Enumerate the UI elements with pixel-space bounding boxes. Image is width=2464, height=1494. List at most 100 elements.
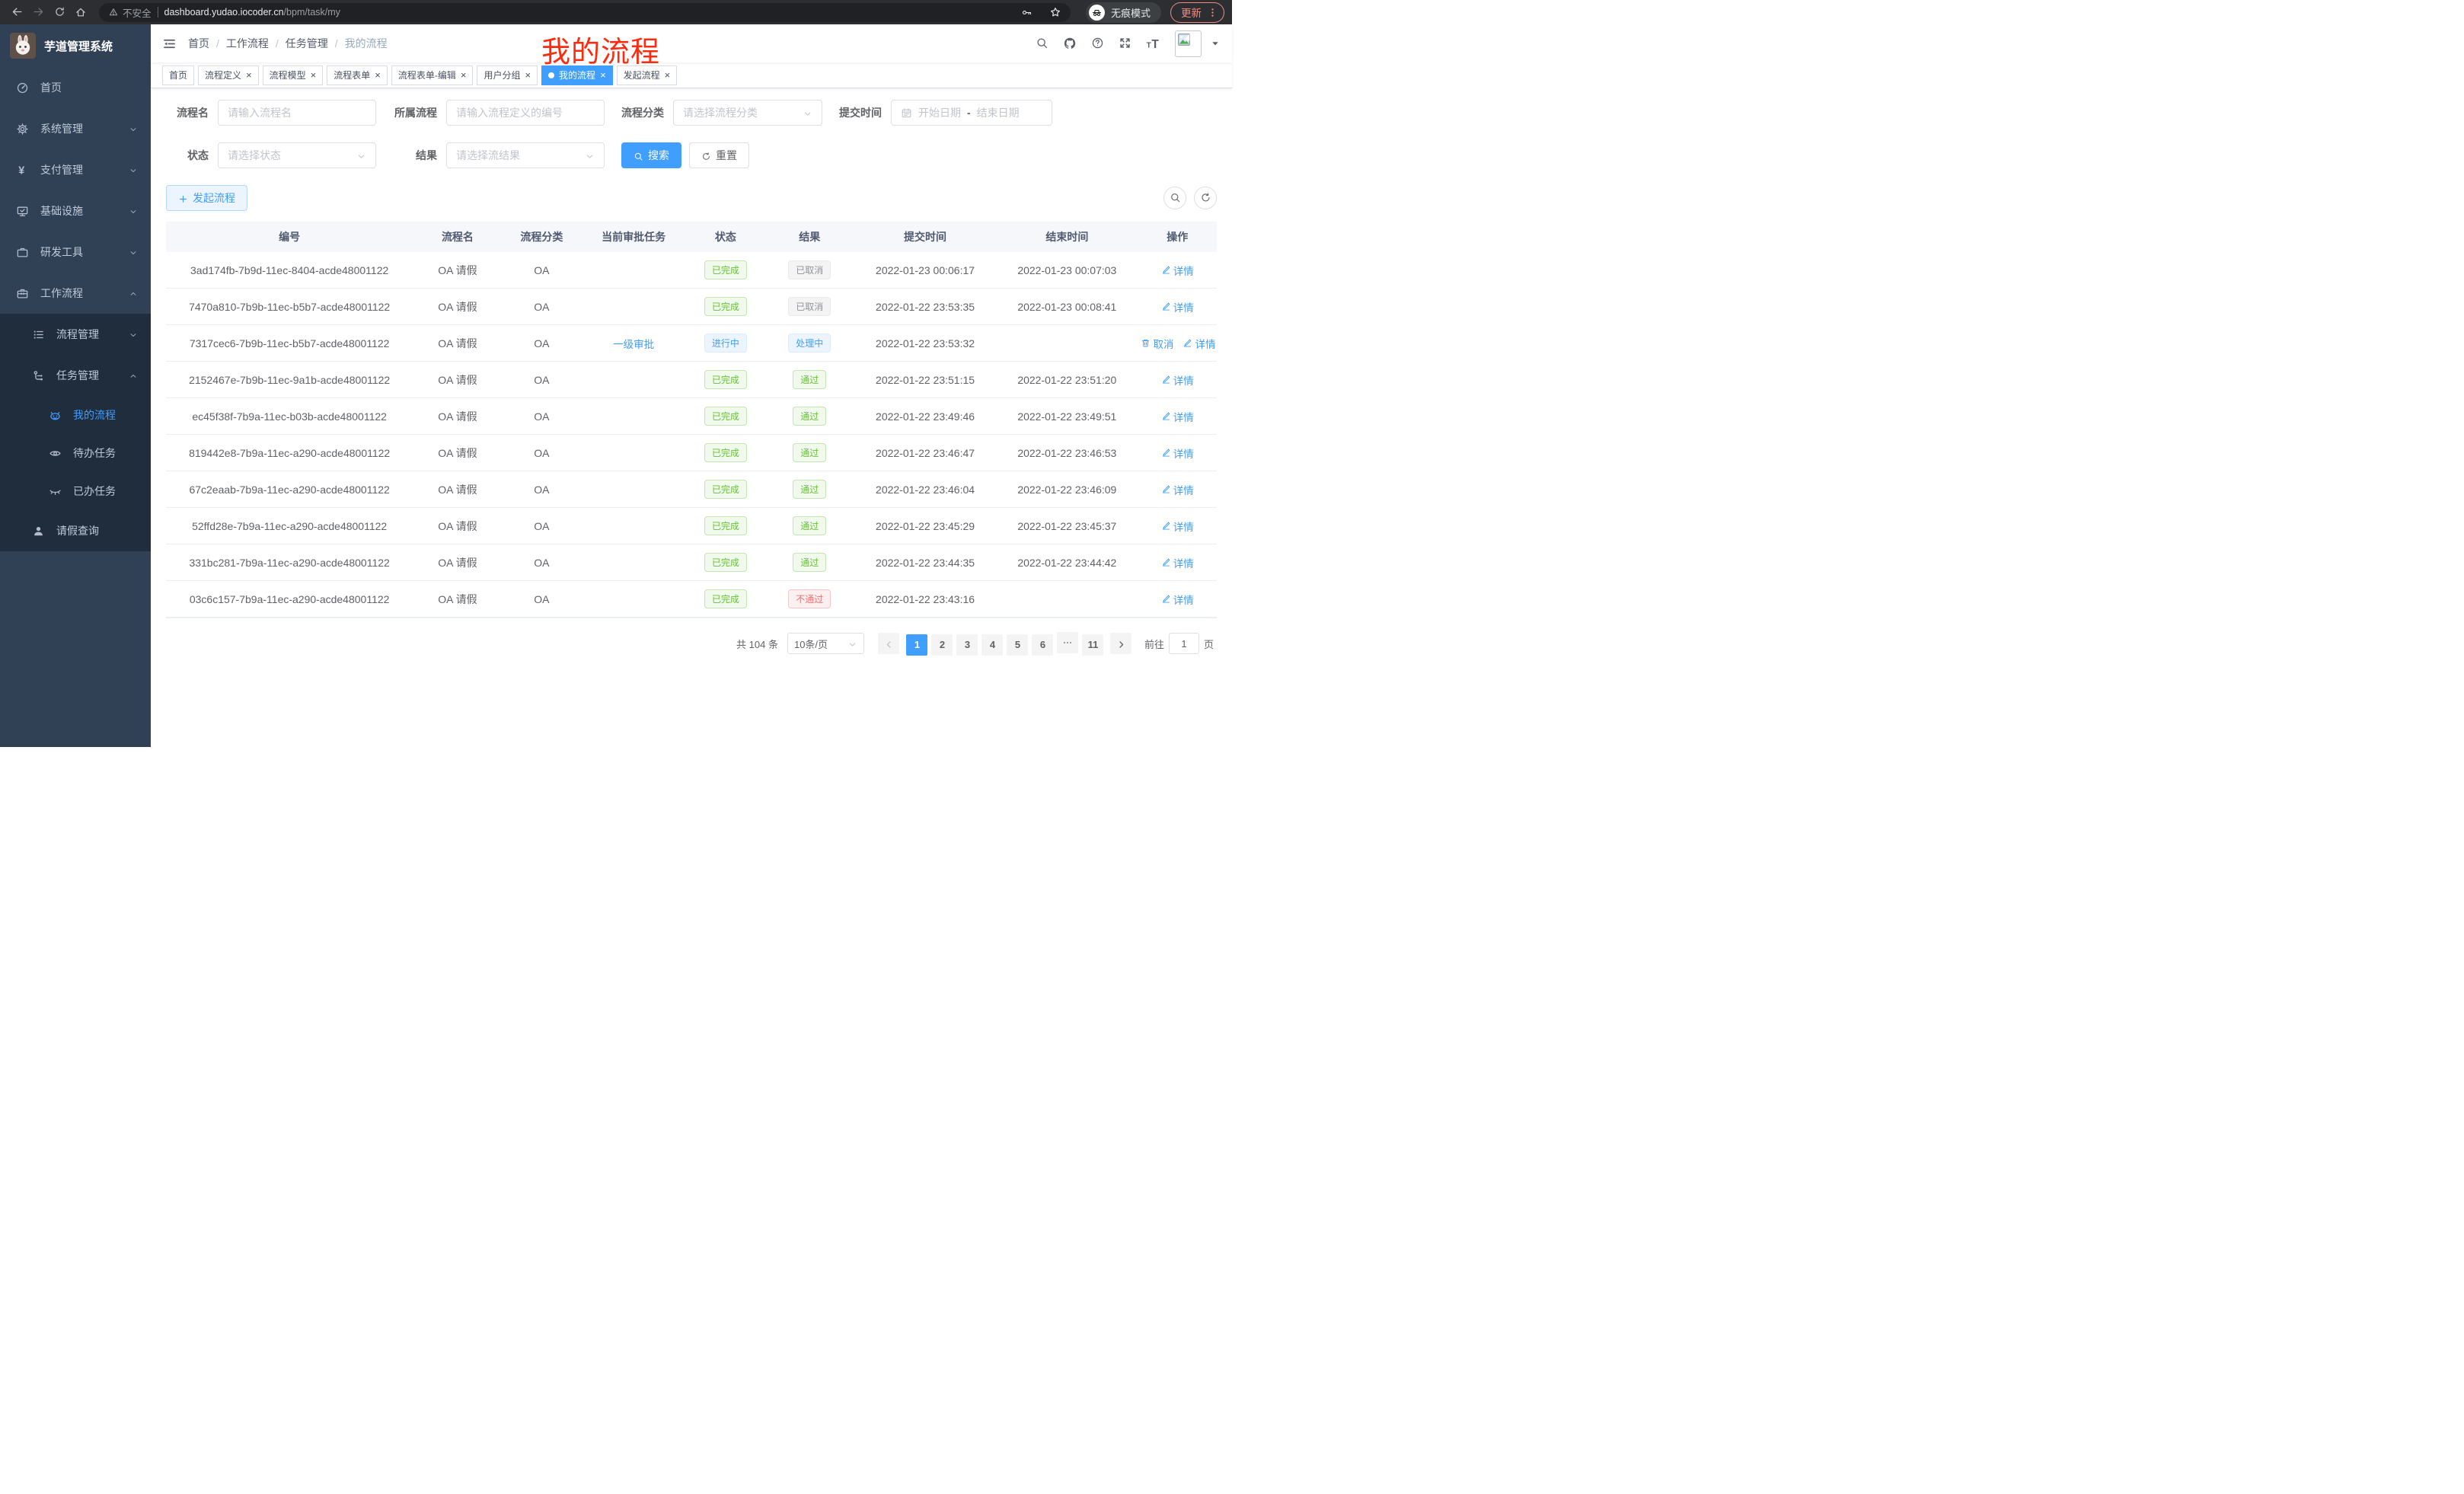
refresh-table-button[interactable] (1194, 187, 1217, 209)
chevron-down-icon (847, 638, 857, 650)
sidebar-item-workflow[interactable]: 工作流程 (0, 273, 151, 314)
detail-action-link[interactable]: 详情 (1161, 263, 1194, 278)
page-number-button[interactable]: 1 (906, 634, 927, 656)
sidebar-item-infra[interactable]: 基础设施 (0, 190, 151, 231)
sidebar-item-done-task[interactable]: 已办任务 (0, 472, 151, 510)
goto-page-input[interactable] (1169, 633, 1199, 654)
user-icon (32, 525, 45, 538)
cancel-action-link[interactable]: 取消 (1141, 336, 1173, 351)
search-button[interactable]: 搜索 (621, 142, 681, 168)
help-icon[interactable] (1091, 37, 1104, 50)
github-icon[interactable] (1063, 37, 1077, 50)
sidebar-item-system[interactable]: 系统管理 (0, 108, 151, 149)
detail-action-link[interactable]: 详情 (1161, 592, 1194, 607)
tab-user-group[interactable]: 用户分组× (477, 65, 538, 85)
detail-action-link[interactable]: 详情 (1161, 445, 1194, 461)
tab-process-def[interactable]: 流程定义× (198, 65, 259, 85)
tab-close-icon[interactable]: × (665, 70, 671, 80)
tab-close-icon[interactable]: × (375, 70, 381, 80)
process-category: OA (503, 410, 582, 423)
result-badge: 处理中 (788, 334, 831, 353)
process-id: 52ffd28e-7b9a-11ec-a290-acde48001122 (166, 520, 413, 532)
detail-action-link[interactable]: 详情 (1161, 519, 1194, 534)
process-definition-label: 所属流程 (376, 105, 446, 120)
show-search-button[interactable] (1163, 187, 1186, 209)
detail-action-link[interactable]: 详情 (1161, 409, 1194, 424)
create-process-button[interactable]: 发起流程 (166, 185, 247, 211)
address-bar[interactable]: 不安全 dashboard.yudao.iocoder.cn/bpm/task/… (99, 3, 1071, 22)
status-select[interactable]: 请选择状态 (218, 142, 376, 168)
tab-close-icon[interactable]: × (246, 70, 252, 80)
browser-update-button[interactable]: 更新 (1170, 2, 1224, 23)
sidebar-item-todo-task[interactable]: 待办任务 (0, 434, 151, 472)
page-number-button[interactable]: 3 (956, 634, 978, 656)
submit-time: 2022-01-22 23:53:35 (854, 301, 996, 313)
search-icon (634, 149, 643, 161)
sidebar-item-task-mgmt[interactable]: 任务管理 (0, 355, 151, 396)
process-name-input[interactable] (218, 100, 376, 126)
end-time: 2022-01-22 23:49:51 (996, 410, 1138, 423)
page-number-button[interactable]: 11 (1082, 634, 1103, 656)
tab-close-icon[interactable]: × (311, 70, 317, 80)
breadcrumb-item[interactable]: 任务管理 (286, 36, 328, 51)
status-badge: 已完成 (704, 553, 747, 572)
page-number-button[interactable]: 6 (1032, 634, 1053, 656)
detail-action-link[interactable]: 详情 (1183, 336, 1215, 351)
tab-close-icon[interactable]: × (525, 70, 531, 80)
tab-close-icon[interactable]: × (461, 70, 467, 80)
help-icon (1091, 37, 1104, 49)
avatar[interactable] (1175, 30, 1202, 57)
sidebar-item-devtools[interactable]: 研发工具 (0, 231, 151, 273)
browser-forward-button[interactable] (29, 3, 47, 21)
app-logo[interactable]: 芋道管理系统 (0, 24, 151, 67)
detail-action-link[interactable]: 详情 (1161, 555, 1194, 570)
bookmark-star-icon[interactable] (1049, 6, 1061, 18)
sidebar-item-leave-query[interactable]: 请假查询 (0, 510, 151, 551)
password-key-icon[interactable] (1021, 6, 1033, 18)
sidebar-toggle-button[interactable] (162, 37, 177, 51)
tab-process-form-edit[interactable]: 流程表单-编辑× (391, 65, 474, 85)
sidebar-item-process-mgmt[interactable]: 流程管理 (0, 314, 151, 355)
fullscreen-icon (1119, 37, 1131, 49)
task-link[interactable]: 一级审批 (613, 336, 654, 351)
detail-action-link[interactable]: 详情 (1161, 482, 1194, 497)
tab-close-icon[interactable]: × (600, 70, 606, 80)
tab-home[interactable]: 首页 (162, 65, 194, 85)
pagination-more-icon[interactable] (1057, 632, 1078, 653)
breadcrumb-item[interactable]: 首页 (188, 36, 209, 51)
avatar-caret-down-icon[interactable] (1210, 37, 1221, 50)
search-icon[interactable] (1036, 37, 1048, 50)
browser-reload-button[interactable] (50, 3, 69, 21)
breadcrumb-item[interactable]: 工作流程 (226, 36, 269, 51)
submit-time: 2022-01-22 23:46:47 (854, 447, 996, 459)
browser-menu-icon[interactable] (1207, 6, 1218, 18)
update-label: 更新 (1181, 5, 1202, 20)
home-icon (75, 6, 87, 18)
process-definition-input[interactable] (446, 100, 605, 126)
process-name: OA 请假 (413, 555, 502, 570)
prev-page-button[interactable] (878, 633, 899, 654)
browser-home-button[interactable] (72, 3, 90, 21)
page-number-button[interactable]: 5 (1007, 634, 1028, 656)
result-select[interactable]: 请选择流结果 (446, 142, 605, 168)
process-category-select[interactable]: 请选择流程分类 (673, 100, 822, 126)
refresh-icon (701, 149, 711, 161)
reset-button[interactable]: 重置 (689, 142, 749, 168)
refresh-icon (1200, 192, 1211, 203)
sidebar-item-payment[interactable]: ¥支付管理 (0, 149, 151, 190)
chevron-down-icon (356, 152, 366, 161)
sidebar-item-home[interactable]: 首页 (0, 67, 151, 108)
page-number-button[interactable]: 2 (931, 634, 953, 656)
detail-action-link[interactable]: 详情 (1161, 299, 1194, 314)
tab-process-model[interactable]: 流程模型× (263, 65, 324, 85)
submit-time-range-picker[interactable]: 开始日期 - 结束日期 (891, 100, 1052, 126)
detail-action-link[interactable]: 详情 (1161, 372, 1194, 388)
browser-back-button[interactable] (8, 3, 26, 21)
next-page-button[interactable] (1110, 633, 1131, 654)
page-number-button[interactable]: 4 (981, 634, 1003, 656)
fullscreen-icon[interactable] (1119, 37, 1131, 50)
page-size-select[interactable]: 10条/页 (787, 633, 864, 654)
tab-process-form[interactable]: 流程表单× (327, 65, 388, 85)
font-size-icon[interactable]: TT (1146, 37, 1160, 51)
sidebar-item-my-process[interactable]: 我的流程 (0, 396, 151, 434)
